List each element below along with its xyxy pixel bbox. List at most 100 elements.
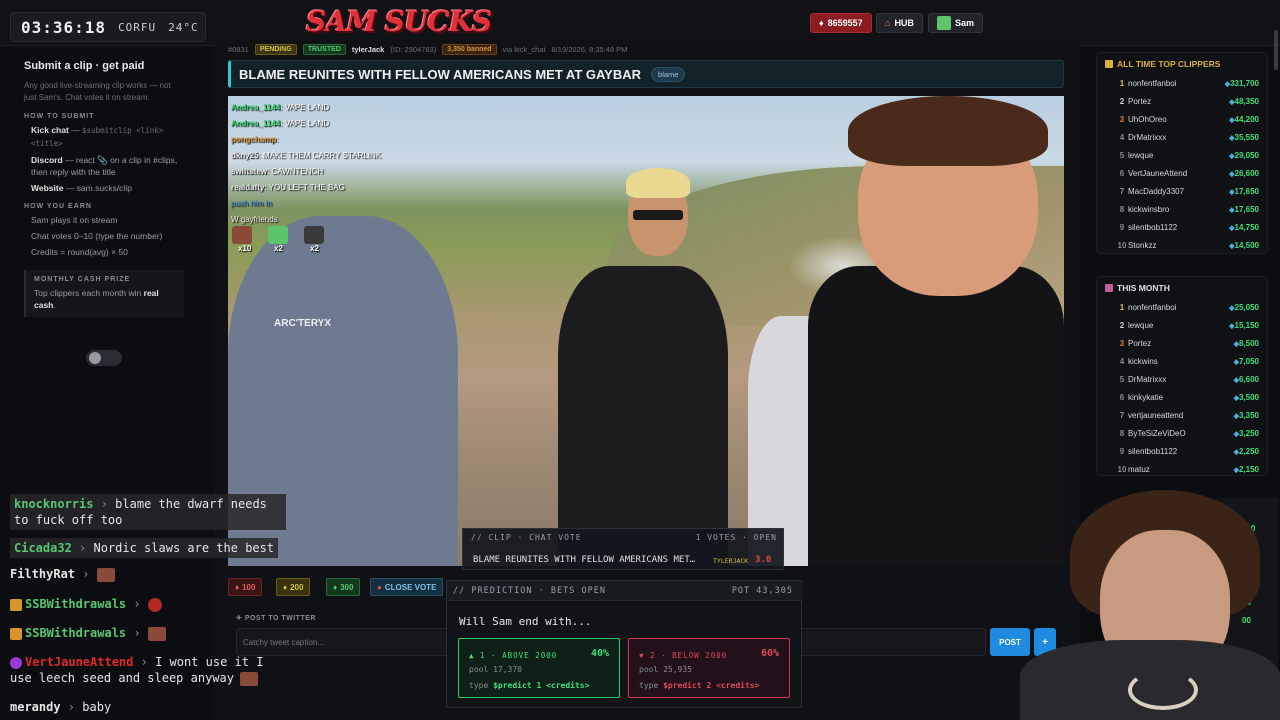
leaderboard-rank: 3 (1119, 115, 1125, 124)
leaderboard-row[interactable]: 8kickwinsbro 17,650 (1097, 201, 1267, 219)
leaderboard-name: kinkykatie (1128, 393, 1164, 402)
leaderboard-row[interactable]: 4DrMatrixxx 35,550 (1097, 129, 1267, 147)
site-logo[interactable]: SAM SUCKS (306, 5, 492, 38)
prediction-question: Will Sam end with... (459, 615, 592, 628)
clock-widget: 03:36:18 CORFU 24°C (10, 12, 206, 42)
prediction-option-below[interactable]: ▼ 2 · BELOW 2000 60% pool 25,935 type $p… (628, 638, 790, 698)
chat-username[interactable]: FilthyRat (10, 567, 75, 581)
leaderboard-row[interactable]: 5lewque 29,050 (1097, 147, 1267, 165)
close-vote-button[interactable]: ● CLOSE VOTE (370, 578, 444, 596)
leaderboard-score: 25,050 (1229, 303, 1259, 312)
chat-username[interactable]: SSBWithdrawals (25, 626, 126, 640)
chat-username[interactable]: Cicada32 (14, 541, 72, 555)
gem-balance-button[interactable]: ♦ 8659557 (810, 13, 872, 33)
vote-300-button[interactable]: ♦ 300 (326, 578, 361, 596)
video-player[interactable]: ARC'TERYX Andrea_1144: VAPE LAND Andrea_1… (228, 96, 1064, 566)
leaderboard-name: MacDaddy3307 (1128, 187, 1185, 196)
leaderboard-row[interactable]: 2Portez 48,350 (1097, 93, 1267, 111)
video-chat-line: realdafty: YOU LEFT THE BAG (231, 183, 345, 192)
panel-toggle[interactable] (86, 350, 122, 366)
chat-emote (147, 597, 162, 612)
chat-separator: › (60, 700, 83, 714)
toggle-knob (89, 352, 101, 364)
leaderboard-rank: 7 (1119, 411, 1125, 420)
leaderboard-row[interactable]: 3UhOhOreo 44,200 (1097, 111, 1267, 129)
leaderboard-row[interactable]: 1nonfentfanboi 25,050 (1097, 299, 1267, 317)
chat-username[interactable]: SSBWithdrawals (25, 597, 126, 611)
leaderboard-row[interactable]: 8ByTeSiZeViDeO 3,250 (1097, 425, 1267, 443)
video-chat-text: CAWNTENCH (271, 167, 324, 176)
leaderboard-score: 2,150 (1234, 465, 1259, 474)
submitter-name[interactable]: tylerJack (352, 45, 385, 54)
vote-300-label: 300 (340, 582, 354, 592)
hub-button[interactable]: ⌂ HUB (876, 13, 923, 33)
chat-message: SSBWithdrawals › (10, 596, 162, 612)
leaderboard-name: silentbob1122 (1128, 223, 1178, 232)
leaderboard-score: 14,500 (1229, 241, 1259, 250)
leaderboard-name: DrMatrixxx (1128, 133, 1167, 142)
video-emote: x10 (232, 226, 252, 253)
chat-username[interactable]: knocknorris (14, 497, 93, 511)
person-blonde-body (558, 266, 728, 566)
leaderboard-title-text: THIS MONTH (1117, 283, 1170, 293)
panel-title: Submit a clip · get paid (24, 60, 145, 72)
webcam-overlay: 600450350500000 (1000, 490, 1280, 720)
leaderboard-row[interactable]: 9silentbob1122 2,250 (1097, 443, 1267, 461)
leaderboard-row[interactable]: 9silentbob1122 14,750 (1097, 219, 1267, 237)
leaderboard-rank: 10 (1117, 465, 1127, 474)
leaderboard-row[interactable]: 6VertJauneAttend 26,600 (1097, 165, 1267, 183)
leaderboard-row[interactable]: 2lewque 15,150 (1097, 317, 1267, 335)
chat-message: VertJauneAttend › I wont use it I use le… (10, 654, 270, 686)
leaderboard-row[interactable]: 7vertjauneattend 3,350 (1097, 407, 1267, 425)
clip-title: BLAME REUNITES WITH FELLOW AMERICANS MET… (239, 66, 642, 82)
leaderboard-name: VertJauneAttend (1128, 169, 1188, 178)
prediction-option-above[interactable]: ▲ 1 · ABOVE 2000 40% pool 17,370 type $p… (458, 638, 620, 698)
chat-username[interactable]: merandy (10, 700, 61, 714)
option-pool: pool 17,370 (469, 665, 522, 674)
leaderboard-row[interactable]: 10Stonkzz 14,500 (1097, 237, 1267, 255)
stream-chat: knocknorris › blame the dwarf needs to f… (0, 488, 300, 720)
chat-message: merandy › baby (10, 699, 111, 715)
video-emote-row: x10 x2 x2 (232, 226, 324, 253)
prediction-heading: // PREDICTION · BETS OPEN (453, 585, 606, 596)
leaderboard-name: DrMatrixxx (1128, 375, 1167, 384)
leaderboard-row[interactable]: 1nonfentfanboi 331,700 (1097, 75, 1267, 93)
person-main-hair (848, 96, 1048, 166)
video-emote: x2 (268, 226, 288, 253)
chat-username[interactable]: VertJauneAttend (25, 655, 133, 669)
user-menu-button[interactable]: Sam (928, 13, 984, 33)
leaderboard-row[interactable]: 7MacDaddy3307 17,650 (1097, 183, 1267, 201)
gem-count: 8659557 (827, 18, 863, 28)
earn-step: Chat votes 0–10 (type the number) (31, 231, 163, 241)
video-chat-user: dkny25 (231, 151, 259, 160)
leaderboard-score: 14,750 (1229, 223, 1259, 232)
stop-icon: ● (377, 582, 382, 592)
leaderboard-score: 17,650 (1229, 205, 1259, 214)
leaderboard-name: lewque (1128, 321, 1154, 330)
prediction-overlay: // PREDICTION · BETS OPEN POT 43,305 Wil… (446, 580, 803, 708)
website-text[interactable]: — sam.sucks/clip (66, 183, 132, 193)
clock-time: 03:36:18 (21, 17, 107, 37)
leaderboard-row[interactable]: 4kickwins 7,050 (1097, 353, 1267, 371)
leaderboard-rank: 2 (1119, 97, 1125, 106)
gem-icon: ♦ (333, 582, 338, 592)
leaderboard-rank: 4 (1119, 133, 1125, 142)
leaderboard-title: ALL TIME TOP CLIPPERS (1105, 59, 1267, 69)
how-to-submit-heading: HOW TO SUBMIT (24, 113, 95, 120)
how-you-earn-heading: HOW YOU EARN (24, 203, 92, 210)
clip-tag[interactable]: blame (651, 66, 686, 82)
leaderboard-row[interactable]: 3Portez 8,500 (1097, 335, 1267, 353)
submit-kick: Kick chat — $submitclip <link> <title> (31, 125, 164, 148)
scrollbar[interactable] (1274, 30, 1278, 70)
leaderboard-row[interactable]: 10matuz 2,150 (1097, 461, 1267, 479)
video-chat-line: Andrea_1144: VAPE LAND (231, 119, 330, 128)
leaderboard-row[interactable]: 6kinkykatie 3,500 (1097, 389, 1267, 407)
leaderboard-score: 15,150 (1229, 321, 1259, 330)
option-command-prefix: type (639, 681, 659, 690)
leaderboard-rank: 1 (1119, 303, 1125, 312)
leaderboard-row[interactable]: 5DrMatrixxx 6,600 (1097, 371, 1267, 389)
leaderboard-score: 00 (1242, 616, 1251, 625)
leaderboard-score: 8,500 (1234, 339, 1259, 348)
earn-step: Sam plays it on stream (31, 215, 118, 225)
leaderboard-name: kickwinsbro (1128, 205, 1170, 214)
